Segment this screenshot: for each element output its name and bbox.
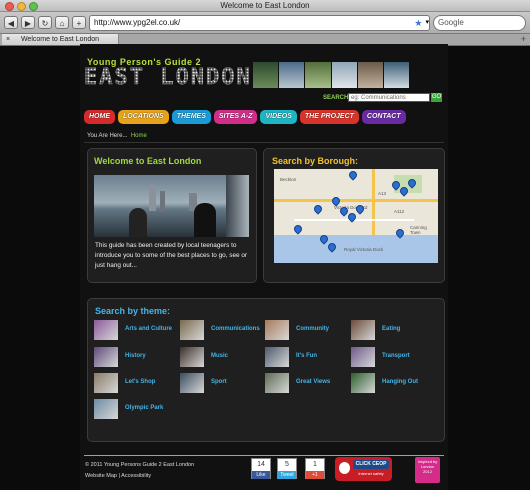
breadcrumb-home-link[interactable]: Home <box>131 133 147 139</box>
nav-item-contact[interactable]: CONTACT <box>361 110 406 124</box>
ceop-button[interactable]: CLICK CEOP Internet safety <box>335 457 392 481</box>
map-label: A112 <box>394 209 405 214</box>
minimize-icon[interactable] <box>17 2 26 11</box>
nav-item-locations[interactable]: LOCATIONS <box>118 110 169 124</box>
breadcrumb-prefix: You Are Here... <box>87 133 128 139</box>
nav-item-home[interactable]: HOME <box>84 110 115 124</box>
theme-thumbnail[interactable] <box>351 347 375 367</box>
theme-label[interactable]: Communications <box>211 326 260 332</box>
forward-arrow-icon[interactable]: ▶ <box>21 16 35 29</box>
search-label: SEARCH: <box>323 95 351 101</box>
theme-thumbnail[interactable] <box>180 347 204 367</box>
url-text[interactable]: http://www.ypg2el.co.uk/ <box>94 16 411 30</box>
ceop-sub: Internet safety <box>358 471 384 476</box>
tweet-label: Tweet <box>278 471 296 479</box>
add-bookmark-icon[interactable]: + <box>72 16 86 29</box>
header-photo-strip <box>253 62 410 88</box>
browser-toolbar: ◀ ▶ ↻ ⌂ + http://www.ypg2el.co.uk/ ★ ▾ G… <box>0 12 530 34</box>
dropdown-icon[interactable]: ▾ <box>425 16 429 30</box>
like-count: 14 <box>257 461 265 468</box>
nav-item-sites-a-z[interactable]: SITES A-Z <box>213 110 258 124</box>
theme-label[interactable]: It's Fun <box>296 353 317 359</box>
themes-panel: Search by theme: Arts and Culture Communi… <box>87 298 445 442</box>
map-label: Royal Victoria Dock <box>344 247 384 252</box>
welcome-text: This guide has been created by local tee… <box>95 242 248 269</box>
welcome-title: Welcome to East London <box>94 156 202 166</box>
theme-label[interactable]: Community <box>296 326 329 332</box>
theme-label[interactable]: Sport <box>211 379 227 385</box>
theme-thumbnail[interactable] <box>180 320 204 340</box>
themes-title: Search by theme: <box>95 306 171 316</box>
main-nav: HOME LOCATIONS THEMES SITES A-Z VIDEOS THE PR… <box>84 110 406 124</box>
site-logo[interactable]: EAST LONDON <box>84 65 252 90</box>
map-pin[interactable] <box>347 169 359 181</box>
new-tab-icon[interactable]: + <box>521 34 526 45</box>
theme-thumbnail[interactable] <box>94 373 118 393</box>
theme-label[interactable]: Olympic Park <box>125 405 163 411</box>
site-search-input[interactable]: eg: Communications <box>348 93 430 102</box>
theme-thumbnail[interactable] <box>94 399 118 419</box>
star-icon[interactable]: ★ <box>414 16 422 30</box>
welcome-panel: Welcome to East London This guide has be… <box>87 148 257 283</box>
ceop-logo-icon <box>339 462 350 474</box>
tweet-button[interactable]: 5 Tweet <box>277 458 297 479</box>
theme-thumbnail[interactable] <box>351 320 375 340</box>
theme-label[interactable]: Arts and Culture <box>125 326 172 332</box>
plusone-button[interactable]: 1 +1 <box>305 458 325 479</box>
breadcrumb: You Are Here... Home <box>87 133 147 139</box>
copyright: © 2011 Young Persons Guide 2 East London <box>85 462 195 468</box>
search-go-button[interactable]: GO <box>431 93 442 102</box>
theme-thumbnail[interactable] <box>351 373 375 393</box>
theme-thumbnail[interactable] <box>265 347 289 367</box>
theme-label[interactable]: Transport <box>382 353 410 359</box>
facebook-like-button[interactable]: 14 Like <box>251 458 271 479</box>
badge-text: Inspired by London 2012 <box>417 459 438 474</box>
search-field[interactable]: Google <box>433 14 526 31</box>
borough-panel: Search by Borough: Victoria Dock Rd A13 … <box>263 148 445 283</box>
theme-label[interactable]: Music <box>211 353 228 359</box>
tab-label: Welcome to East London <box>20 36 100 43</box>
close-icon[interactable] <box>5 2 14 11</box>
theme-thumbnail[interactable] <box>94 347 118 367</box>
theme-label[interactable]: Hanging Out <box>382 379 418 385</box>
map-label: Beckton <box>280 177 297 182</box>
theme-label[interactable]: History <box>125 353 146 359</box>
home-icon[interactable]: ⌂ <box>55 16 69 29</box>
theme-label[interactable]: Eating <box>382 326 400 332</box>
tab-close-icon[interactable]: × <box>6 34 10 45</box>
map-pin[interactable] <box>312 203 324 215</box>
london-2012-badge[interactable]: Inspired by London 2012 <box>415 457 440 483</box>
map-label: Canning Town <box>410 225 427 235</box>
window-title: Welcome to East London <box>220 1 310 10</box>
window-titlebar: Welcome to East London <box>0 0 530 12</box>
nav-item-videos[interactable]: VIDEOS <box>260 110 297 124</box>
window-controls[interactable] <box>5 2 38 11</box>
theme-thumbnail[interactable] <box>94 320 118 340</box>
footer-links[interactable]: Website Map | Accessibility <box>85 473 151 479</box>
theme-thumbnail[interactable] <box>180 373 204 393</box>
borough-title: Search by Borough: <box>272 156 359 166</box>
theme-thumbnail[interactable] <box>265 373 289 393</box>
divider <box>84 142 444 143</box>
like-label: Like <box>252 471 270 479</box>
plusone-count: 1 <box>313 461 317 468</box>
tweet-count: 5 <box>285 461 289 468</box>
back-arrow-icon[interactable]: ◀ <box>4 16 18 29</box>
reload-icon[interactable]: ↻ <box>38 16 52 29</box>
footer-divider <box>84 455 444 456</box>
address-bar[interactable]: http://www.ypg2el.co.uk/ ★ ▾ <box>89 14 430 31</box>
ceop-label: CLICK CEOP <box>353 460 389 469</box>
web-page: Young Person's Guide 2 EAST LONDON SEARC… <box>80 44 448 490</box>
plusone-label: +1 <box>306 471 324 479</box>
theme-label[interactable]: Let's Shop <box>125 379 155 385</box>
theme-thumbnail[interactable] <box>265 320 289 340</box>
map-label: A13 <box>378 191 387 196</box>
welcome-photo <box>94 175 249 237</box>
map-pin[interactable] <box>292 223 304 235</box>
theme-label[interactable]: Great Views <box>296 379 330 385</box>
zoom-icon[interactable] <box>29 2 38 11</box>
nav-item-the-project[interactable]: THE PROJECT <box>299 110 359 124</box>
borough-map[interactable]: Victoria Dock Rd A13 A112 Canning Town R… <box>274 169 438 263</box>
nav-item-themes[interactable]: THEMES <box>171 110 211 124</box>
